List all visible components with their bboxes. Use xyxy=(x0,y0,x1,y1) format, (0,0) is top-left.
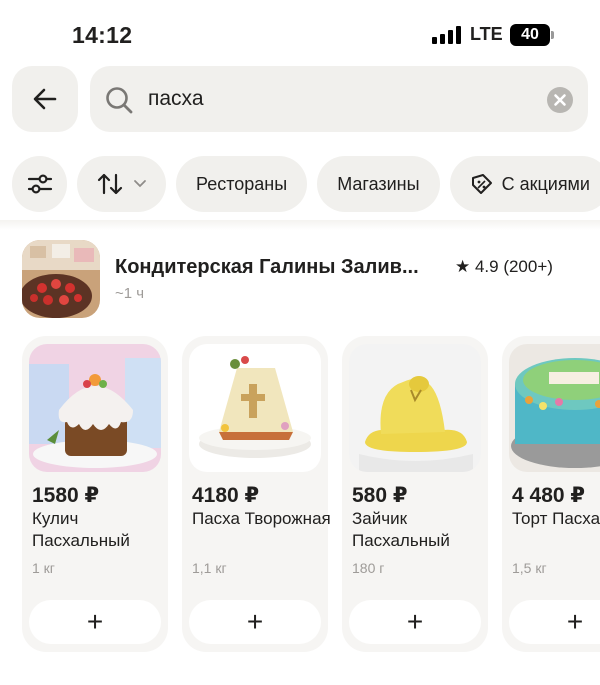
product-image-paskha xyxy=(189,344,321,472)
product-price: 4180 ₽ xyxy=(192,484,260,507)
product-image-bunny xyxy=(349,344,481,472)
filter-chips: Рестораны Магазины С акциями xyxy=(12,156,600,212)
filter-sliders-icon xyxy=(27,174,52,194)
status-bar: 14:12 LTE 40 xyxy=(0,0,600,70)
add-to-cart-button[interactable]: + xyxy=(189,600,321,644)
product-image-cake xyxy=(509,344,600,472)
product-price: 1580 ₽ xyxy=(32,484,100,507)
filter-chip-shops[interactable]: Магазины xyxy=(317,156,440,212)
battery-tip xyxy=(551,31,554,39)
product-image-kulich xyxy=(29,344,161,472)
sort-arrows-icon xyxy=(97,173,122,195)
product-name: Кулич Пасхальный xyxy=(32,509,130,550)
header-shadow xyxy=(0,220,600,230)
product-price: 4 480 ₽ xyxy=(512,484,585,507)
search-query[interactable]: пасха xyxy=(148,87,204,111)
filter-chip-promotions-label: С акциями xyxy=(501,173,590,194)
back-button[interactable] xyxy=(12,66,78,132)
arrow-left-icon xyxy=(33,88,57,110)
product-carousel[interactable]: 1580 ₽ Кулич Пасхальный 1 кг + 4180 ₽ Па… xyxy=(22,336,600,656)
filter-settings-button[interactable] xyxy=(12,156,67,212)
filter-chip-restaurants[interactable]: Рестораны xyxy=(176,156,308,212)
product-weight: 1,5 кг xyxy=(512,560,547,576)
filter-chip-promotions[interactable]: С акциями xyxy=(449,156,600,212)
product-weight: 1 кг xyxy=(32,560,55,576)
status-time: 14:12 xyxy=(72,22,133,48)
product-name: Пасха Творожная xyxy=(192,509,331,528)
store-name[interactable]: Кондитерская Галины Залив... xyxy=(115,256,419,279)
chevron-down-icon xyxy=(133,180,146,188)
signal-icon xyxy=(432,26,461,44)
add-to-cart-button[interactable]: + xyxy=(29,600,161,644)
product-name: Торт Пасхальный xyxy=(512,509,600,528)
search-icon xyxy=(106,87,133,114)
add-to-cart-button[interactable]: + xyxy=(349,600,481,644)
add-to-cart-button[interactable]: + xyxy=(509,600,600,644)
store-logo xyxy=(22,240,100,318)
store-row[interactable]: Кондитерская Галины Залив... ★ 4.9 (200+… xyxy=(22,240,592,320)
sort-button[interactable] xyxy=(77,156,166,212)
store-delivery-time: ~1 ч xyxy=(115,285,145,302)
product-price: 580 ₽ xyxy=(352,484,408,507)
product-weight: 1,1 кг xyxy=(192,560,227,576)
discount-tag-icon xyxy=(471,174,492,194)
product-card[interactable]: 1580 ₽ Кулич Пасхальный 1 кг + xyxy=(22,336,168,652)
battery-icon: 40 xyxy=(510,24,550,46)
store-rating: ★ 4.9 (200+) xyxy=(455,257,553,276)
product-card[interactable]: 4 480 ₽ Торт Пасхальный 1,5 кг + xyxy=(502,336,600,652)
product-card[interactable]: 4180 ₽ Пасха Творожная 1,1 кг + xyxy=(182,336,331,652)
network-label: LTE xyxy=(470,24,503,44)
clear-icon[interactable] xyxy=(546,86,574,114)
product-name: Зайчик Пасхальный xyxy=(352,509,450,550)
product-weight: 180 г xyxy=(352,560,385,576)
product-card[interactable]: 580 ₽ Зайчик Пасхальный 180 г + xyxy=(342,336,488,652)
search-input[interactable]: пасха xyxy=(90,66,588,132)
